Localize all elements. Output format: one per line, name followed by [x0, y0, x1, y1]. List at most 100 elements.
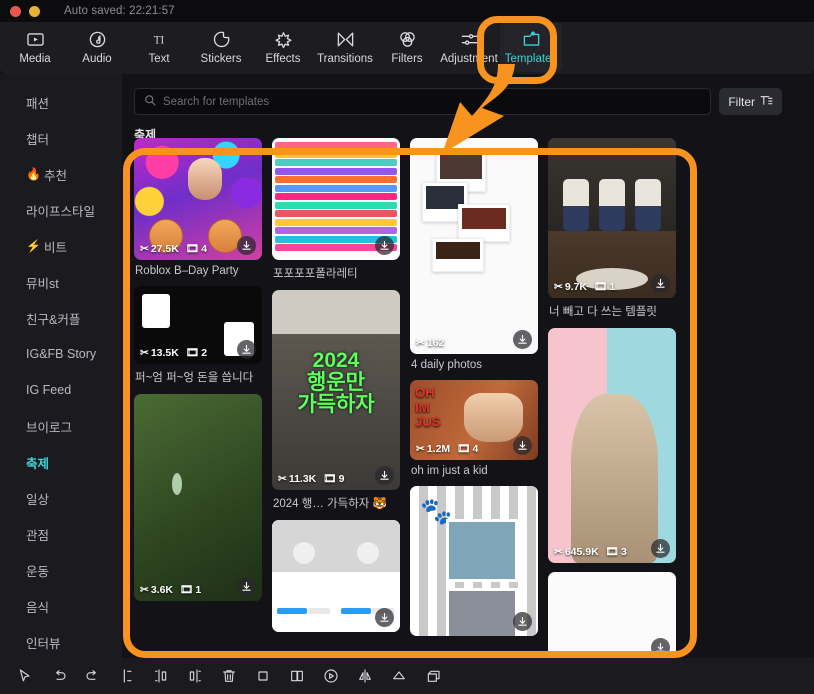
close-window-button[interactable] — [10, 5, 21, 17]
template-card[interactable]: ✂ 13.5K 🎞 2 퍼~엄 퍼~엉 돈을 씁니다 — [134, 286, 262, 385]
toolbar-tab-media[interactable]: Media — [4, 22, 66, 72]
download-icon[interactable] — [237, 340, 256, 359]
toolbar-tab-transitions[interactable]: Transitions — [314, 22, 376, 72]
sidebar-item-13[interactable]: 운동 — [0, 552, 122, 588]
filter-button[interactable]: Filter — [719, 88, 782, 115]
template-card[interactable]: ✂ 645.9K 🎞 3 — [548, 328, 676, 563]
freeze-icon[interactable] — [416, 661, 450, 691]
sidebar-item-label: 음식 — [26, 600, 50, 615]
template-thumbnail[interactable]: ✂ 27.5K 🎞 4 — [134, 138, 262, 260]
sidebar-item-6[interactable]: 친구&커플 — [0, 300, 122, 336]
rotate-icon[interactable] — [382, 661, 416, 691]
select-cursor-icon[interactable] — [8, 661, 42, 691]
template-thumbnail[interactable]: 🐾 — [410, 486, 538, 636]
toolbar-tab-effects[interactable]: Effects — [252, 22, 314, 72]
duplicate-icon[interactable] — [280, 661, 314, 691]
sidebar-item-4[interactable]: ⚡ 비트 — [0, 228, 122, 264]
thumbnail-art — [548, 328, 676, 563]
template-card[interactable]: ✂ 9.7K 🎞 1 너 빼고 다 쓰는 템플릿 — [548, 138, 676, 319]
trim-right-icon[interactable] — [178, 661, 212, 691]
download-icon[interactable] — [375, 466, 394, 485]
template-card[interactable] — [548, 572, 676, 658]
search-placeholder: Search for templates — [163, 95, 270, 108]
template-card[interactable]: ✂ 27.5K 🎞 4 Roblox B–Day Party — [134, 138, 262, 277]
template-card[interactable]: ✂ 3.6K 🎞 1 — [134, 394, 262, 601]
template-card[interactable]: OH IM JUS ✂ 1.2M 🎞 4 oh im just a kid — [410, 380, 538, 477]
transitions-icon — [336, 30, 355, 50]
template-thumbnail[interactable] — [548, 572, 676, 658]
download-icon[interactable] — [513, 436, 532, 455]
sidebar-item-14[interactable]: 음식 — [0, 588, 122, 624]
sidebar-item-12[interactable]: 관점 — [0, 516, 122, 552]
template-card[interactable] — [272, 520, 400, 632]
template-title: Roblox B–Day Party — [135, 265, 239, 277]
templates-panel: Search for templates Filter 축제 ✂ 27.5K 🎞 4 R… — [122, 74, 798, 658]
template-title: 4 daily photos — [411, 359, 482, 371]
category-sidebar[interactable]: 패션 챕터 🔥 추천 라이프스타일 ⚡ 비트 뮤비st 친구&커플 IG&FB Story IG F… — [0, 74, 122, 658]
sidebar-item-0[interactable]: 패션 — [0, 84, 122, 120]
split-icon[interactable] — [110, 661, 144, 691]
undo-icon[interactable] — [42, 661, 76, 691]
sidebar-item-5[interactable]: 뮤비st — [0, 264, 122, 300]
template-thumbnail[interactable]: ✂ 9.7K 🎞 1 — [548, 138, 676, 298]
sidebar-item-1[interactable]: 챕터 — [0, 120, 122, 156]
card-stats: ✂ 162 — [416, 337, 444, 349]
template-thumbnail[interactable]: ✂ 13.5K 🎞 2 — [134, 286, 262, 364]
sidebar-item-9[interactable]: 브이로그 — [0, 408, 122, 444]
toolbar-tab-text[interactable]: TI Text — [128, 22, 190, 72]
sidebar-item-10[interactable]: 축제 — [0, 444, 122, 480]
template-thumbnail[interactable]: OH IM JUS ✂ 1.2M 🎞 4 — [410, 380, 538, 460]
download-icon[interactable] — [651, 638, 670, 657]
download-icon[interactable] — [375, 236, 394, 255]
sidebar-item-2[interactable]: 🔥 추천 — [0, 156, 122, 192]
template-card[interactable]: 2024 행운만 가득하자 ✂ 11.3K 🎞 9 2024 행… 가득하자 🐯 — [272, 290, 400, 511]
download-icon[interactable] — [651, 539, 670, 558]
template-thumbnail[interactable] — [272, 138, 400, 260]
download-icon[interactable] — [513, 612, 532, 631]
template-card[interactable]: 🐾 — [410, 486, 538, 636]
sidebar-item-label: 비트 — [43, 240, 67, 255]
sidebar-item-15[interactable]: 인터뷰 — [0, 624, 122, 658]
template-card[interactable]: 포포포포폴라레티 — [272, 138, 400, 281]
toolbar-tab-label: Filters — [391, 52, 423, 65]
speed-icon[interactable] — [314, 661, 348, 691]
delete-icon[interactable] — [212, 661, 246, 691]
sidebar-item-label: 관점 — [26, 528, 50, 543]
sidebar-item-3[interactable]: 라이프스타일 — [0, 192, 122, 228]
sidebar-item-label: 친구&커플 — [26, 312, 81, 327]
clips-icon: 🎞 — [185, 347, 200, 359]
toolbar-tab-audio[interactable]: Audio — [66, 22, 128, 72]
toolbar-tab-templates[interactable]: Templates — [500, 22, 562, 72]
download-icon[interactable] — [651, 274, 670, 293]
template-grid[interactable]: ✂ 27.5K 🎞 4 Roblox B–Day Party ✂ 13.5K 🎞 2 퍼~엄 퍼~… — [134, 138, 794, 658]
sidebar-item-emoji: ⚡ — [26, 239, 41, 253]
trim-left-icon[interactable] — [144, 661, 178, 691]
template-thumbnail[interactable]: ✂ 645.9K 🎞 3 — [548, 328, 676, 563]
clips-icon: 🎞 — [323, 473, 337, 485]
download-icon[interactable] — [237, 577, 256, 596]
toolbar-tab-stickers[interactable]: Stickers — [190, 22, 252, 72]
card-uses: 11.3K — [288, 472, 317, 485]
download-icon[interactable] — [513, 330, 532, 349]
template-card[interactable]: ✂ 162 4 daily photos — [410, 138, 538, 371]
minimize-window-button[interactable] — [29, 5, 40, 17]
grid-column-0: ✂ 27.5K 🎞 4 Roblox B–Day Party ✂ 13.5K 🎞 2 퍼~엄 퍼~… — [134, 138, 262, 658]
mirror-icon[interactable] — [348, 661, 382, 691]
toolbar-tab-adjustment[interactable]: Adjustment — [438, 22, 500, 72]
crop-icon[interactable] — [246, 661, 280, 691]
redo-icon[interactable] — [76, 661, 110, 691]
download-icon[interactable] — [237, 236, 256, 255]
template-thumbnail[interactable]: 2024 행운만 가득하자 ✂ 11.3K 🎞 9 — [272, 290, 400, 490]
template-thumbnail[interactable] — [272, 520, 400, 632]
template-thumbnail[interactable]: ✂ 162 — [410, 138, 538, 354]
template-thumbnail[interactable]: ✂ 3.6K 🎞 1 — [134, 394, 262, 601]
toolbar-tab-filters[interactable]: Filters — [376, 22, 438, 72]
sidebar-item-7[interactable]: IG&FB Story — [0, 336, 122, 372]
search-input[interactable]: Search for templates — [134, 88, 712, 115]
template-title: 2024 행… 가득하자 🐯 — [273, 498, 387, 510]
sidebar-item-11[interactable]: 일상 — [0, 480, 122, 516]
card-clips: 9 — [338, 472, 345, 485]
sidebar-item-8[interactable]: IG Feed — [0, 372, 122, 408]
uses-icon: ✂ — [140, 242, 149, 255]
download-icon[interactable] — [375, 608, 394, 627]
